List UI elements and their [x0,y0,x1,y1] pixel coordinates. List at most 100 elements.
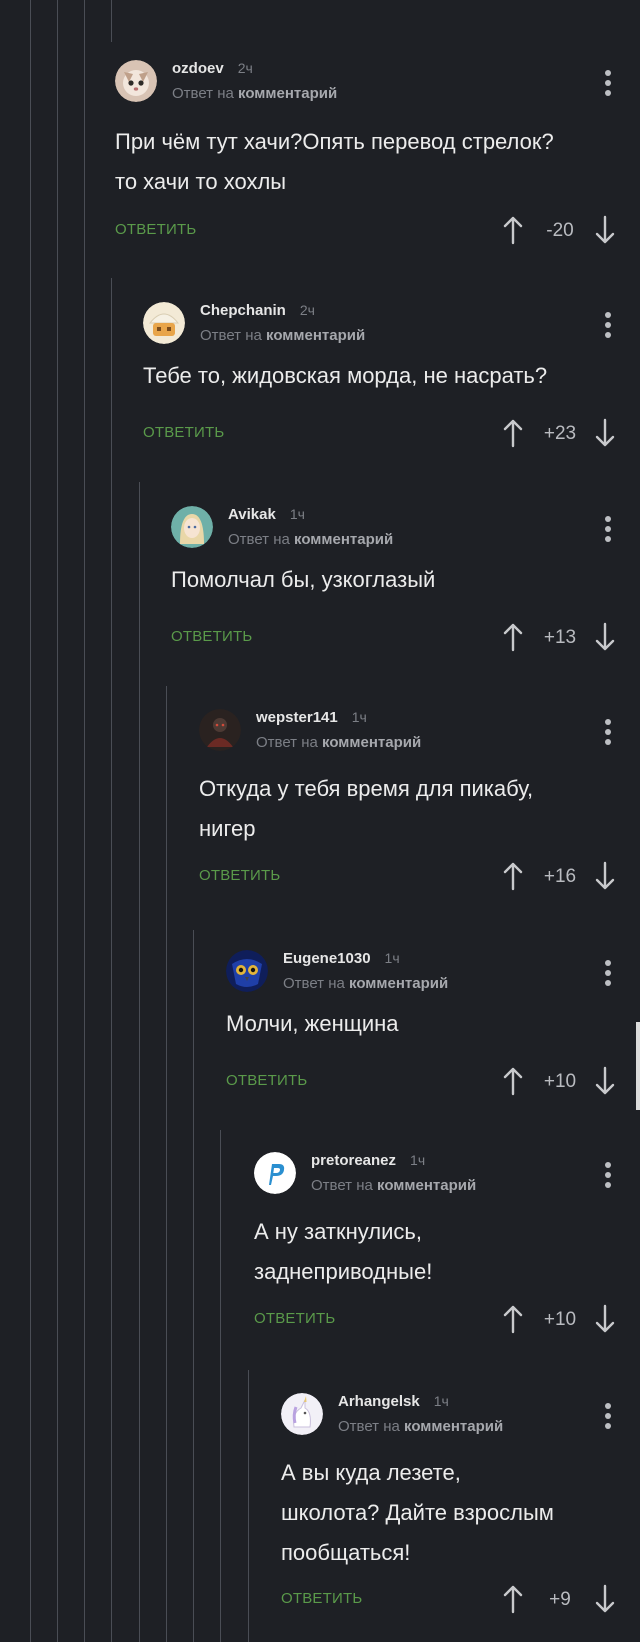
comment-text: Помолчал бы, узкоглазый [171,560,620,600]
reply-info: Ответ на комментарий [311,1177,477,1194]
comment-text-line: нигер [199,816,256,841]
comment: Avikak 1ч Ответ на комментарий Помолчал б… [171,506,640,656]
downvote-arrow-icon[interactable] [594,1304,616,1334]
comment: ozdoev 2ч Ответ на комментарий При чём ту… [115,60,640,250]
more-options-icon[interactable] [604,958,612,988]
comment-text-line: Молчи, женщина [226,1011,399,1036]
comment-time: 2ч [299,302,315,318]
upvote-arrow-icon[interactable] [502,622,524,652]
comment: Eugene1030 1ч Ответ на комментарий Молчи,… [226,950,640,1100]
cartoon-face-avatar-icon[interactable] [143,302,185,344]
comment-text-line: заднеприводные! [254,1259,433,1284]
upvote-arrow-icon[interactable] [502,418,524,448]
comment-time: 1ч [289,506,305,522]
rating-value: +9 [549,1589,571,1610]
thread-line [248,1370,249,1642]
parent-comment-link[interactable]: комментарий [404,1418,503,1435]
parent-comment-link[interactable]: комментарий [322,734,421,751]
reply-info: Ответ на комментарий [283,975,449,992]
comment-text: А вы куда лезете, школота? Дайте взрослы… [281,1453,620,1573]
rating-value: +10 [543,1309,577,1330]
comment: Arhangelsk 1ч Ответ на комментарий А вы к… [281,1393,640,1623]
thread-line [220,1130,221,1642]
username[interactable]: ozdoev 2ч [172,60,253,77]
comment-text: Тебе то, жидовская морда, не насрать? [143,356,620,396]
reply-button[interactable]: ОТВЕТИТЬ [226,1072,307,1089]
thread-line [111,278,112,1642]
reply-info: Ответ на комментарий [228,531,394,548]
thread-line [139,482,140,1642]
parent-comment-link[interactable]: комментарий [266,327,365,344]
comment-text-line: пообщаться! [281,1540,411,1565]
username[interactable]: Chepchanin 2ч [200,302,315,319]
comment-text-line: Тебе то, жидовская морда, не насрать? [143,363,548,388]
comment-time: 1ч [384,950,400,966]
reply-button[interactable]: ОТВЕТИТЬ [254,1310,335,1327]
comment-text-line: то хачи то хохлы [115,169,287,194]
downvote-arrow-icon[interactable] [594,418,616,448]
unicorn-avatar-icon[interactable] [281,1393,323,1435]
comment-time: 1ч [351,709,367,725]
thread-line [84,0,85,1642]
comment-text: Откуда у тебя время для пикабу, нигер [199,769,620,849]
thread-line [193,930,194,1642]
comment-text-line: А вы куда лезете, [281,1460,461,1485]
reply-button[interactable]: ОТВЕТИТЬ [171,628,252,645]
rating-value: -20 [546,220,574,241]
comment-text: При чём тут хачи?Опять перевод стрелок? … [115,122,620,202]
comment-time: 2ч [237,60,253,76]
reply-button[interactable]: ОТВЕТИТЬ [143,424,224,441]
upvote-arrow-icon[interactable] [502,1304,524,1334]
comment-text: А ну заткнулись, заднеприводные! [254,1212,620,1292]
comment-time: 1ч [433,1393,449,1409]
upvote-arrow-icon[interactable] [502,1584,524,1614]
parent-comment-link[interactable]: комментарий [238,85,337,102]
downvote-arrow-icon[interactable] [594,622,616,652]
rating-value: +13 [543,627,577,648]
comment-text-line: Помолчал бы, узкоглазый [171,567,436,592]
parent-comment-link[interactable]: комментарий [377,1177,476,1194]
thread-line [30,0,31,1642]
username[interactable]: wepster141 1ч [256,709,367,726]
more-options-icon[interactable] [604,717,612,747]
upvote-arrow-icon[interactable] [502,1066,524,1096]
downvote-arrow-icon[interactable] [594,1584,616,1614]
owl-avatar-icon[interactable] [226,950,268,992]
reply-info: Ответ на комментарий [172,85,338,102]
reply-info: Ответ на комментарий [338,1418,504,1435]
more-options-icon[interactable] [604,1401,612,1431]
letter-p-avatar-icon[interactable] [254,1152,296,1194]
username[interactable]: Arhangelsk 1ч [338,1393,449,1410]
reply-button[interactable]: ОТВЕТИТЬ [199,867,280,884]
thread-line [166,686,167,1642]
reply-button[interactable]: ОТВЕТИТЬ [281,1590,362,1607]
parent-comment-link[interactable]: комментарий [294,531,393,548]
parent-comment-link[interactable]: комментарий [349,975,448,992]
upvote-arrow-icon[interactable] [502,861,524,891]
thread-line [111,0,112,42]
downvote-arrow-icon[interactable] [594,861,616,891]
comment-text: Молчи, женщина [226,1004,620,1044]
rating-value: +10 [543,1071,577,1092]
scrollbar-thumb[interactable] [636,1022,640,1110]
more-options-icon[interactable] [604,310,612,340]
reply-button[interactable]: ОТВЕТИТЬ [115,221,196,238]
username[interactable]: Eugene1030 1ч [283,950,400,967]
comment-text-line: Откуда у тебя время для пикабу, [199,776,534,801]
upvote-arrow-icon[interactable] [502,215,524,245]
downvote-arrow-icon[interactable] [594,215,616,245]
more-options-icon[interactable] [604,1160,612,1190]
dark-figure-avatar-icon[interactable] [199,709,241,751]
more-options-icon[interactable] [604,514,612,544]
username[interactable]: Avikak 1ч [228,506,305,523]
comment: wepster141 1ч Ответ на комментарий Откуда… [199,709,640,899]
reply-info: Ответ на комментарий [200,327,366,344]
comment-text-line: школота? Дайте взрослым [281,1500,554,1525]
more-options-icon[interactable] [604,68,612,98]
anime-girl-avatar-icon[interactable] [171,506,213,548]
cat-avatar-icon[interactable] [115,60,157,102]
rating-value: +16 [543,866,577,887]
comment: Chepchanin 2ч Ответ на комментарий Тебе т… [143,302,640,452]
downvote-arrow-icon[interactable] [594,1066,616,1096]
username[interactable]: pretoreanez 1ч [311,1152,425,1169]
